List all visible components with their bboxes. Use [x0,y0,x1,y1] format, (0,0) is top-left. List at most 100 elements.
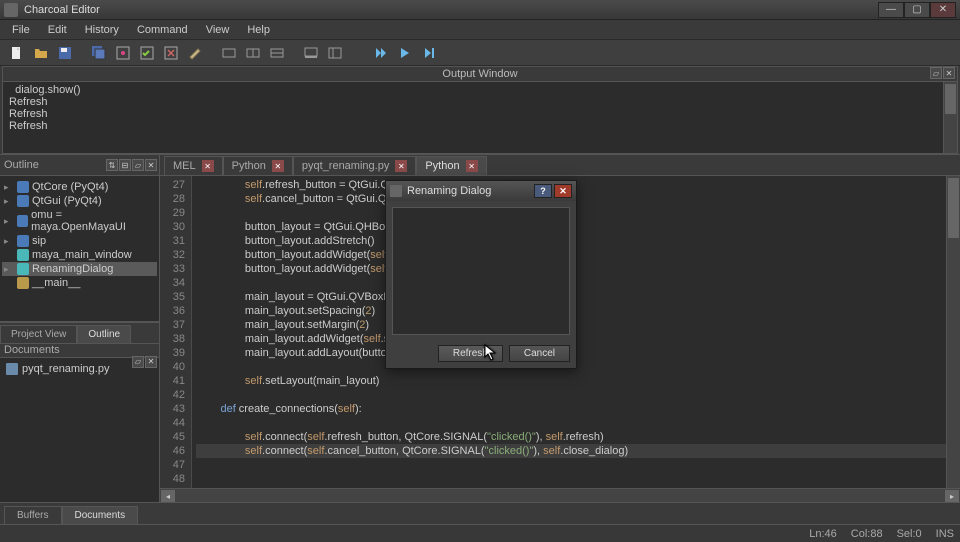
code-line: self.connect(self.cancel_button, QtCore.… [196,444,956,458]
tree-toggle-icon[interactable]: ▸ [4,264,14,275]
editor-scrollbar-h[interactable]: ◂ ▸ [160,488,960,502]
file-icon [6,363,18,375]
scroll-left-button[interactable]: ◂ [161,490,175,502]
save-file-button[interactable] [54,43,76,63]
documents-close-button[interactable]: ✕ [145,356,157,368]
toolbar-btn-6[interactable] [136,43,158,63]
outline-tree[interactable]: ▸QtCore (PyQt4)▸QtGui (PyQt4)▸omu = maya… [0,176,159,322]
outline-item[interactable]: maya_main_window [2,248,157,262]
dialog-selection-list[interactable] [392,207,570,335]
run-button[interactable] [394,43,416,63]
refresh-button[interactable]: Refresh [438,345,503,362]
documents-header: Documents ▱ ✕ [0,344,159,358]
tab-outline[interactable]: Outline [77,325,131,343]
menu-command[interactable]: Command [129,22,196,38]
symbol-icon [17,263,29,275]
left-tab-row: Project View Outline [0,322,159,344]
cancel-button[interactable]: Cancel [509,345,570,362]
toolbar-btn-7[interactable] [160,43,182,63]
tab-project-view[interactable]: Project View [0,325,77,343]
run-fast-button[interactable] [370,43,392,63]
menu-help[interactable]: Help [239,22,278,38]
status-col: Col:88 [851,528,883,540]
toolbar-btn-11[interactable] [266,43,288,63]
tree-toggle-icon[interactable]: ▸ [4,182,14,193]
toolbar-btn-5[interactable] [112,43,134,63]
outline-collapse-button[interactable]: ⊟ [119,159,131,171]
outline-title: Outline [4,159,39,171]
outline-item[interactable]: ▸QtGui (PyQt4) [2,194,157,208]
left-panel: Outline ⇅ ⊟ ▱ ✕ ▸QtCore (PyQt4)▸QtGui (P… [0,154,160,502]
tab-buffers[interactable]: Buffers [4,506,62,524]
outline-item[interactable]: ▸RenamingDialog [2,262,157,276]
editor-tab[interactable]: pyqt_renaming.py ✕ [293,156,416,175]
tab-close-icon[interactable]: ✕ [395,160,407,172]
minimize-button[interactable]: — [878,2,904,18]
symbol-icon [17,249,29,261]
dialog-help-button[interactable]: ? [534,184,552,198]
open-file-button[interactable] [30,43,52,63]
outline-item-label: __main__ [32,277,80,289]
editor-tab[interactable]: Python✕ [223,156,293,175]
outline-sort-button[interactable]: ⇅ [106,159,118,171]
dialog-close-button[interactable]: ✕ [554,184,572,198]
code-line [196,472,956,486]
output-undock-button[interactable]: ▱ [930,67,942,79]
documents-list[interactable]: pyqt_renaming.py [0,358,159,503]
tab-label: Python [425,160,459,172]
tree-toggle-icon[interactable]: ▸ [4,196,14,207]
editor-tab[interactable]: MEL✕ [164,156,223,175]
menu-edit[interactable]: Edit [40,22,75,38]
status-mode: INS [936,528,954,540]
scroll-right-button[interactable]: ▸ [945,490,959,502]
documents-undock-button[interactable]: ▱ [132,356,144,368]
outline-header: Outline ⇅ ⊟ ▱ ✕ [0,154,159,176]
new-file-button[interactable] [6,43,28,63]
outline-undock-button[interactable]: ▱ [132,159,144,171]
output-line: Refresh [9,96,951,108]
toolbar-btn-8[interactable] [184,43,206,63]
tree-toggle-icon[interactable]: ▸ [4,236,14,247]
toolbar-btn-12[interactable] [300,43,322,63]
window-close-button[interactable]: ✕ [930,2,956,18]
window-titlebar: Charcoal Editor — ▢ ✕ [0,0,960,20]
save-all-button[interactable] [88,43,110,63]
output-line: Refresh [9,108,951,120]
tab-close-icon[interactable]: ✕ [272,160,284,172]
menu-history[interactable]: History [77,22,127,38]
tab-close-icon[interactable]: ✕ [202,160,214,172]
statusbar: Ln:46 Col:88 Sel:0 INS [0,524,960,542]
dialog-titlebar[interactable]: Renaming Dialog ? ✕ [386,181,576,201]
editor-scrollbar-v[interactable] [946,176,960,488]
toolbar-btn-9[interactable] [218,43,240,63]
output-close-button[interactable]: ✕ [943,67,955,79]
outline-item[interactable]: ▸omu = maya.OpenMayaUI [2,208,157,234]
tab-close-icon[interactable]: ✕ [466,160,478,172]
code-line: self.setLayout(main_layout) [196,374,956,388]
outline-close-button[interactable]: ✕ [145,159,157,171]
outline-item[interactable]: ▸sip [2,234,157,248]
menubar: File Edit History Command View Help [0,20,960,40]
app-icon [4,3,18,17]
toolbar [0,40,960,66]
tab-label: pyqt_renaming.py [302,160,389,172]
output-scrollbar[interactable] [943,82,957,153]
bottom-tab-row: Buffers Documents [0,502,960,524]
maximize-button[interactable]: ▢ [904,2,930,18]
code-line [196,388,956,402]
menu-view[interactable]: View [198,22,238,38]
output-panel: Output Window ▱ ✕ dialog.show() Refresh … [2,66,958,154]
outline-item[interactable]: ▸QtCore (PyQt4) [2,180,157,194]
outline-item[interactable]: __main__ [2,276,157,290]
editor-tab[interactable]: Python ✕ [416,156,486,175]
output-body[interactable]: dialog.show() Refresh Refresh Refresh [3,82,957,153]
menu-file[interactable]: File [4,22,38,38]
symbol-icon [17,181,29,193]
toolbar-btn-10[interactable] [242,43,264,63]
step-button[interactable] [418,43,440,63]
tab-documents[interactable]: Documents [62,506,139,524]
editor-tab-row: MEL✕Python✕pyqt_renaming.py✕Python✕ [160,154,960,176]
tree-toggle-icon[interactable]: ▸ [4,216,14,227]
dialog-title: Renaming Dialog [407,185,534,197]
toolbar-btn-13[interactable] [324,43,346,63]
